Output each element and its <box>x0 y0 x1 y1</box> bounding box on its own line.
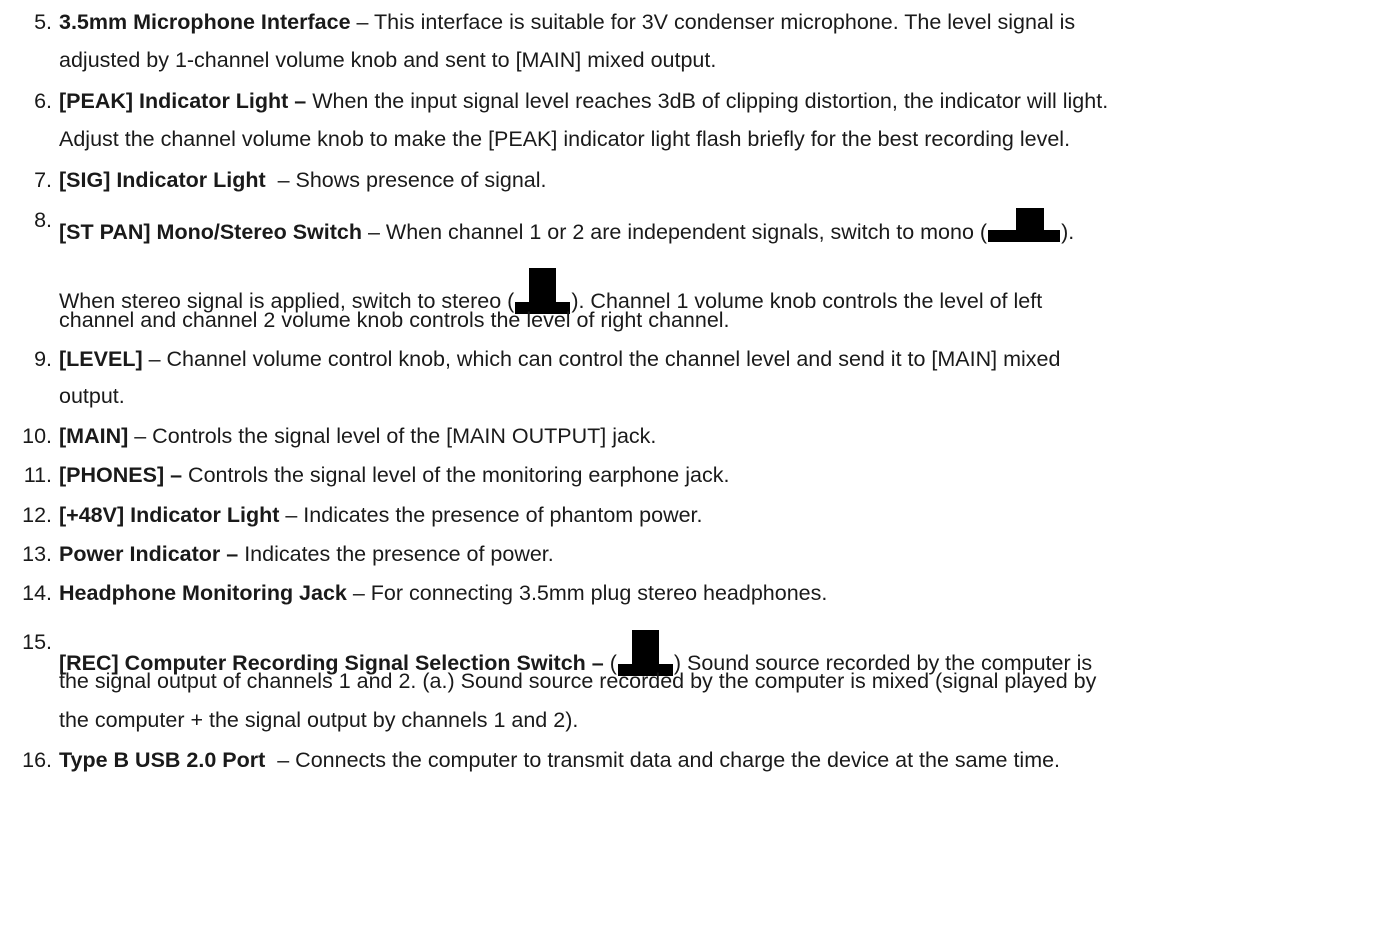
item-text: – Controls the signal level of the [MAIN… <box>128 424 657 448</box>
item-title: [LEVEL] <box>59 347 143 371</box>
item-line: [PEAK] Indicator Light – When the input … <box>59 89 1108 114</box>
item-text: Indicates the presence of power. <box>238 542 554 566</box>
item-text: adjusted by 1-channel volume knob and se… <box>59 48 717 72</box>
item-line: the signal output of channels 1 and 2. (… <box>59 669 1096 694</box>
item-title: [+48V] Indicator Light <box>59 503 280 527</box>
instruction-list: 5. 3.5mm Microphone Interface – This int… <box>0 0 1386 951</box>
item-title: [MAIN] <box>59 424 129 448</box>
item-line: output. <box>59 384 125 409</box>
item-text: – Indicates the presence of phantom powe… <box>279 503 703 527</box>
item-line: [LEVEL] – Channel volume control knob, w… <box>59 347 1060 372</box>
item-number: 7. <box>34 168 52 192</box>
item-title: [ST PAN] Mono/Stereo Switch <box>59 220 362 244</box>
item-text: – This interface is suitable for 3V cond… <box>350 10 1076 34</box>
item-text: the signal output of channels 1 and 2. (… <box>59 669 1097 693</box>
item-title: Headphone Monitoring Jack <box>59 581 347 605</box>
item-line: Type B USB 2.0 Port – Connects the compu… <box>59 748 1060 773</box>
item-title: 3.5mm Microphone Interface <box>59 10 351 34</box>
item-number: 15. <box>22 630 52 654</box>
item-title: [PEAK] Indicator Light – <box>59 89 307 113</box>
item-number: 5. <box>34 10 52 34</box>
item-text: Controls the signal level of the monitor… <box>182 463 730 487</box>
item-line: [SIG] Indicator Light – Shows presence o… <box>59 168 546 193</box>
item-title: Type B USB 2.0 Port <box>59 748 266 772</box>
item-number: 9. <box>34 347 52 371</box>
item-text: – Shows presence of signal. <box>265 168 547 192</box>
item-title: Power Indicator – <box>59 542 239 566</box>
item-title: [PHONES] – <box>59 463 183 487</box>
item-line: Power Indicator – Indicates the presence… <box>59 542 554 567</box>
item-line: 3.5mm Microphone Interface – This interf… <box>59 10 1075 35</box>
item-line: Headphone Monitoring Jack – For connecti… <box>59 581 827 606</box>
item-text: – For connecting 3.5mm plug stereo headp… <box>346 581 828 605</box>
item-line: Adjust the channel volume knob to make t… <box>59 127 1070 152</box>
item-number: 14. <box>22 581 52 605</box>
item-title: [SIG] Indicator Light <box>59 168 266 192</box>
item-line: [PHONES] – Controls the signal level of … <box>59 463 729 488</box>
item-line: [ST PAN] Mono/Stereo Switch – When chann… <box>59 208 1074 245</box>
item-line: adjusted by 1-channel volume knob and se… <box>59 48 716 73</box>
item-number: 13. <box>22 542 52 566</box>
item-text: – When channel 1 or 2 are independent si… <box>362 220 988 244</box>
item-line: [+48V] Indicator Light – Indicates the p… <box>59 503 703 528</box>
mono-switch-icon <box>988 208 1061 242</box>
item-line: channel and channel 2 volume knob contro… <box>59 308 730 333</box>
item-number: 12. <box>22 503 52 527</box>
item-number: 6. <box>34 89 52 113</box>
item-number: 11. <box>23 463 52 487</box>
item-number: 8. <box>34 208 52 232</box>
item-number: 10. <box>22 424 52 448</box>
item-text: ). <box>1061 220 1075 244</box>
item-text: – Channel volume control knob, which can… <box>142 347 1061 371</box>
item-text: When the input signal level reaches 3dB … <box>306 89 1109 113</box>
item-line: [MAIN] – Controls the signal level of th… <box>59 424 656 449</box>
item-text: Adjust the channel volume knob to make t… <box>59 127 1071 151</box>
item-text: output. <box>59 384 125 408</box>
item-number: 16. <box>22 748 52 772</box>
item-text: the computer + the signal output by chan… <box>59 708 579 732</box>
item-line: the computer + the signal output by chan… <box>59 708 578 733</box>
item-text: – Connects the computer to transmit data… <box>265 748 1061 772</box>
item-text: channel and channel 2 volume knob contro… <box>59 308 730 332</box>
